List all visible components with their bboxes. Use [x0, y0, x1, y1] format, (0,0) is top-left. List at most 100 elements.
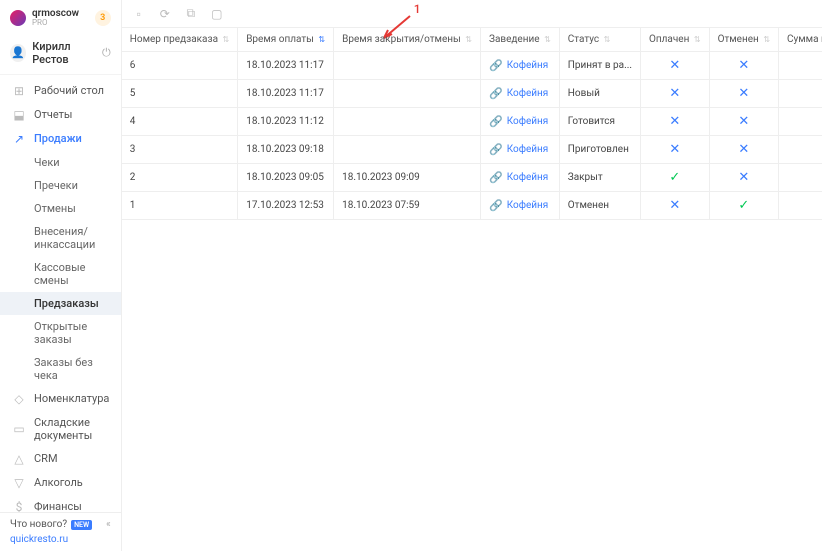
- nav-label: Открытые заказы: [34, 320, 111, 346]
- cell-paytime: 18.10.2023 11:17: [238, 80, 334, 108]
- column-header[interactable]: Время закрытия/отмены ⇅: [334, 28, 481, 52]
- column-header[interactable]: Заведение ⇅: [481, 28, 560, 52]
- refresh-icon[interactable]: ⟳: [158, 7, 172, 21]
- link-icon: 🔗: [489, 171, 503, 184]
- nav-item[interactable]: ⊞ Рабочий стол: [0, 79, 121, 103]
- column-header[interactable]: Статус ⇅: [559, 28, 640, 52]
- cell-closetime: [334, 108, 481, 136]
- cell-paid: ✕: [641, 108, 710, 136]
- table-row[interactable]: 418.10.2023 11:12🔗КофейняГотовится✕✕725,…: [122, 108, 822, 136]
- org-tier: PRO: [32, 19, 79, 28]
- nav-icon: ▭: [12, 422, 26, 436]
- cell-sum: 170,00: [779, 164, 822, 192]
- nav-icon: ◇: [12, 392, 26, 406]
- nav-label: Складские документы: [34, 416, 111, 442]
- copy-icon[interactable]: ⧉: [184, 7, 198, 21]
- cell-paid: ✕: [641, 192, 710, 220]
- cell-venue: 🔗Кофейня: [481, 164, 560, 192]
- column-header[interactable]: Сумма по чеку,... ⇅: [779, 28, 822, 52]
- preorders-table: Номер предзаказа ⇅Время оплаты ⇅Время за…: [122, 28, 822, 220]
- nav-icon: $: [12, 500, 26, 512]
- nav-item[interactable]: Отмены: [0, 197, 121, 220]
- user-name: Кирилл Рестов: [32, 40, 102, 66]
- cell-paytime: 18.10.2023 11:17: [238, 52, 334, 80]
- nav-item[interactable]: Пречеки: [0, 174, 121, 197]
- collapse-icon[interactable]: «: [106, 519, 111, 530]
- cell-closetime: 18.10.2023 07:59: [334, 192, 481, 220]
- nav-item[interactable]: Кассовые смены: [0, 256, 121, 292]
- nav-item[interactable]: $Финансы: [0, 495, 121, 512]
- cell-paid: ✕: [641, 80, 710, 108]
- nav-item[interactable]: Внесения/инкассации: [0, 220, 121, 256]
- cell-venue: 🔗Кофейня: [481, 52, 560, 80]
- nav-item[interactable]: Чеки: [0, 151, 121, 174]
- nav-item[interactable]: ↗Продажи: [0, 127, 121, 151]
- cell-cancel: ✓: [709, 192, 778, 220]
- nav-icon: △: [12, 452, 26, 466]
- monitor-icon[interactable]: ▢: [210, 7, 224, 21]
- nav-item[interactable]: Предзаказы: [0, 292, 121, 315]
- cell-sum: 725,00: [779, 108, 822, 136]
- cell-cancel: ✕: [709, 164, 778, 192]
- nav-label: Чеки: [34, 156, 60, 169]
- nav-item[interactable]: ▽Алкоголь: [0, 471, 121, 495]
- nav-label: Отчеты: [34, 108, 72, 121]
- table-row[interactable]: 618.10.2023 11:17🔗КофейняПринят в ра...✕…: [122, 52, 822, 80]
- org-logo: [10, 10, 26, 26]
- avatar[interactable]: 👤: [10, 44, 26, 62]
- main-area: ▫ ⟳ ⧉ ▢ ⚙ ? Онлайн-чат 1 Номер предзаказ…: [122, 0, 822, 551]
- nav-label: Предзаказы: [34, 297, 99, 310]
- link-icon: 🔗: [489, 143, 503, 156]
- save-icon[interactable]: ▫: [132, 7, 146, 21]
- org-block[interactable]: qrmoscow PRO: [10, 8, 79, 28]
- power-icon[interactable]: ⏻: [102, 46, 111, 60]
- cell-venue: 🔗Кофейня: [481, 136, 560, 164]
- cell-status: Отменен: [559, 192, 640, 220]
- cell-cancel: ✕: [709, 108, 778, 136]
- nav-icon: ⬓: [12, 108, 26, 122]
- nav-icon: ⊞: [12, 84, 26, 98]
- table-row[interactable]: 518.10.2023 11:17🔗КофейняНовый✕✕350,00🔗Е…: [122, 80, 822, 108]
- nav-list: ⊞ Рабочий стол ⬓ Отчеты ↗Продажи Чеки Пречеки О…: [0, 75, 121, 512]
- cell-sum: 735,00: [779, 136, 822, 164]
- nav-item[interactable]: Открытые заказы: [0, 315, 121, 351]
- column-header[interactable]: Время оплаты ⇅: [238, 28, 334, 52]
- cell-cancel: ✕: [709, 52, 778, 80]
- nav-item[interactable]: Заказы без чека: [0, 351, 121, 387]
- nav-item[interactable]: ◇Номенклатура: [0, 387, 121, 411]
- table-row[interactable]: 318.10.2023 09:18🔗КофейняПриготовлен✕✕73…: [122, 136, 822, 164]
- domain-link[interactable]: quickresto.ru: [10, 534, 111, 545]
- column-header[interactable]: Номер предзаказа ⇅: [122, 28, 238, 52]
- cell-paid: ✕: [641, 136, 710, 164]
- nav-item[interactable]: △CRM: [0, 447, 121, 471]
- cell-paytime: 18.10.2023 09:05: [238, 164, 334, 192]
- nav-item[interactable]: ▭ Складские документы: [0, 411, 121, 447]
- cell-status: Принят в ра...: [559, 52, 640, 80]
- table-row[interactable]: 117.10.2023 12:5318.10.2023 07:59🔗Кофейн…: [122, 192, 822, 220]
- nav-item[interactable]: ⬓ Отчеты: [0, 103, 121, 127]
- nav-label: Пречеки: [34, 179, 78, 192]
- nav-label: Алкоголь: [34, 476, 83, 489]
- cell-number: 6: [122, 52, 238, 80]
- cell-closetime: [334, 52, 481, 80]
- sidebar: qrmoscow PRO 3 👤 Кирилл Рестов ⏻ ⊞ Рабочи…: [0, 0, 122, 551]
- cell-cancel: ✕: [709, 80, 778, 108]
- cell-sum: 645,00: [779, 192, 822, 220]
- column-header[interactable]: Оплачен ⇅: [641, 28, 710, 52]
- nav-label: Рабочий стол: [34, 84, 104, 97]
- cell-status: Новый: [559, 80, 640, 108]
- column-header[interactable]: Отменен ⇅: [709, 28, 778, 52]
- cell-closetime: [334, 80, 481, 108]
- table-row[interactable]: 218.10.2023 09:0518.10.2023 09:09🔗Кофейн…: [122, 164, 822, 192]
- link-icon: 🔗: [489, 59, 503, 72]
- cell-paid: ✓: [641, 164, 710, 192]
- cell-status: Закрыт: [559, 164, 640, 192]
- notification-badge[interactable]: 3: [95, 10, 111, 26]
- nav-label: Внесения/инкассации: [34, 225, 111, 251]
- cell-venue: 🔗Кофейня: [481, 192, 560, 220]
- toolbar: ▫ ⟳ ⧉ ▢ ⚙ ? Онлайн-чат: [122, 0, 822, 28]
- cell-paid: ✕: [641, 52, 710, 80]
- whats-new[interactable]: Что нового? NEW «: [10, 519, 111, 530]
- link-icon: 🔗: [489, 115, 503, 128]
- cell-sum: 350,00: [779, 80, 822, 108]
